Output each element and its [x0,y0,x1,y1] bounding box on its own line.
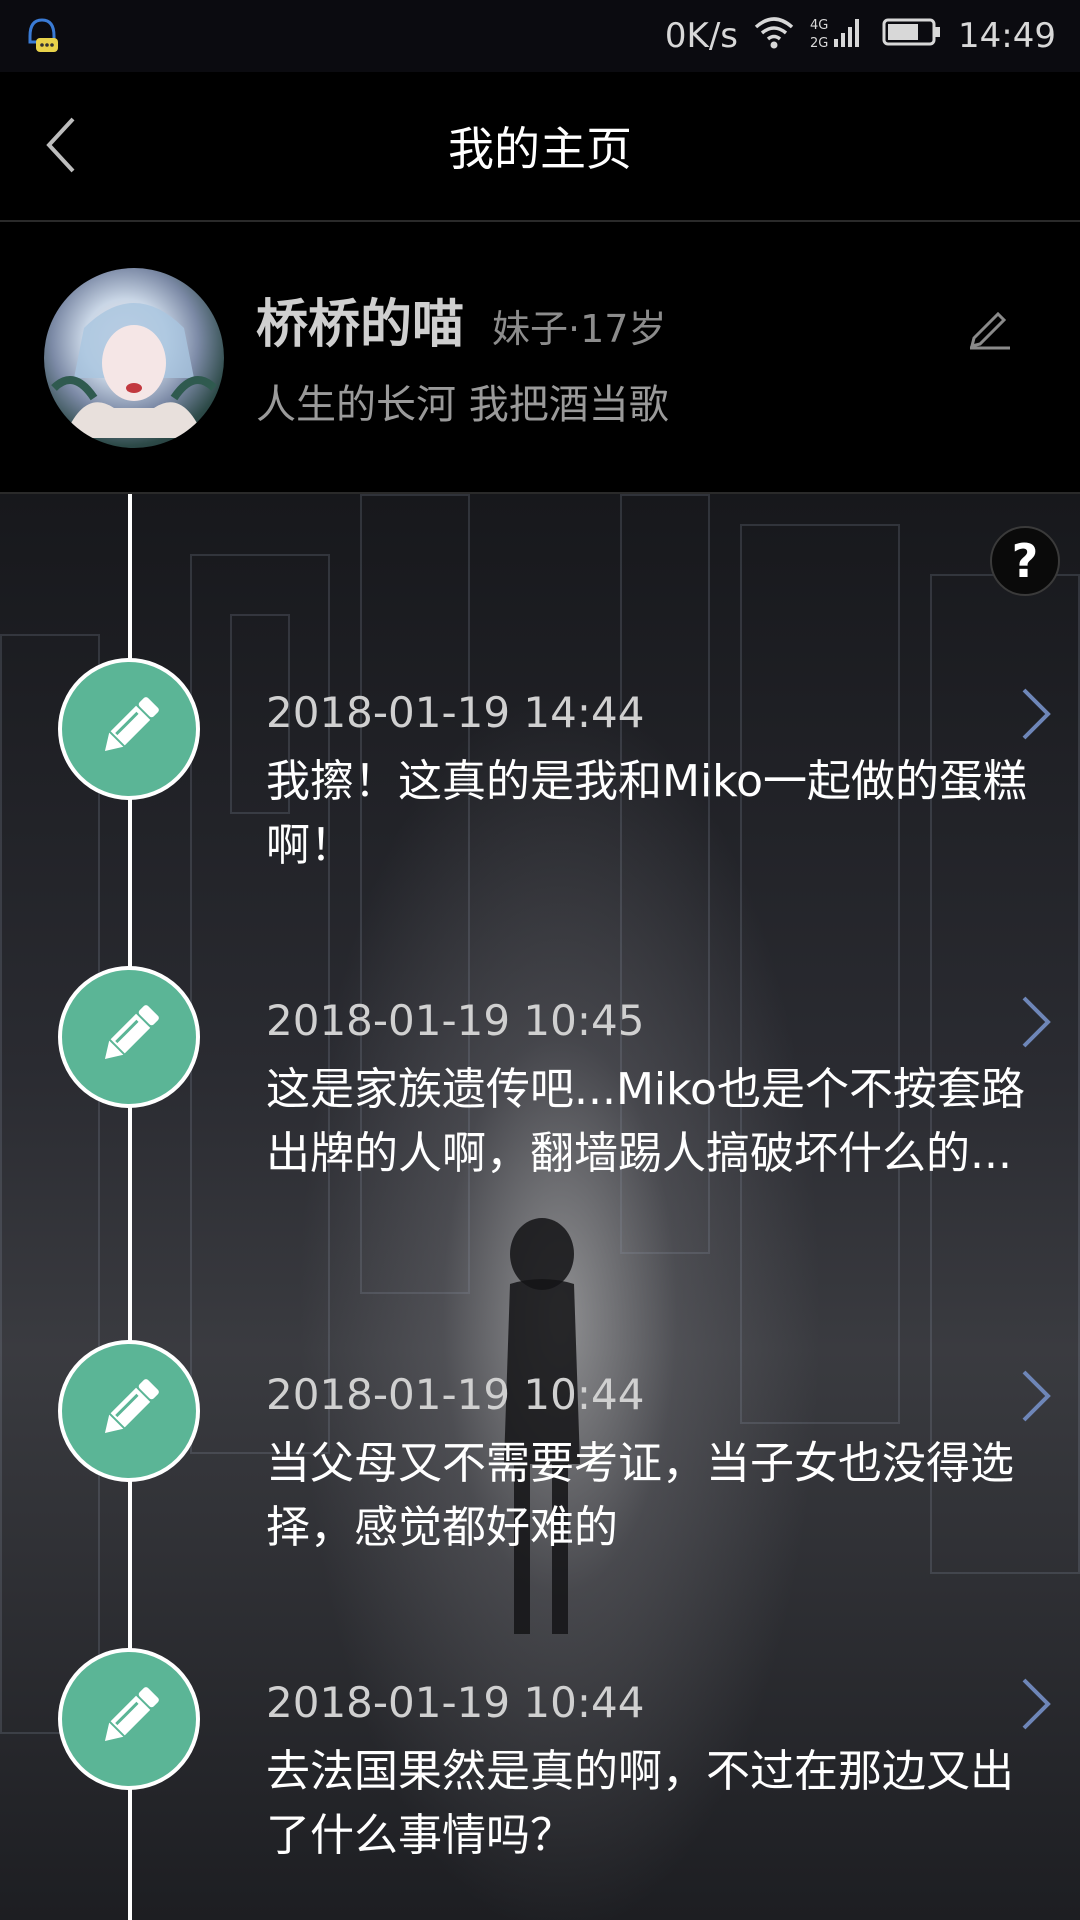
edit-profile-button[interactable] [966,302,1016,352]
chevron-right-icon[interactable] [1016,1676,1056,1732]
entry-text: 当父母又不需要考证，当子女也没得选择，感觉都好难的 [266,1438,1014,1553]
pencil-icon [89,687,169,771]
notification-icon [24,14,60,58]
clock: 14:49 [958,16,1056,56]
chevron-right-icon[interactable] [1016,1368,1056,1424]
entry-text: 这是家族遗传吧...Miko也是个不按套路出牌的人啊，翻墙踢人搞破坏什么的... [266,1064,1025,1179]
chevron-right-icon[interactable] [1016,686,1056,742]
entry-marker [58,1648,200,1790]
entry-date: 2018-01-19 10:44 [266,1370,645,1419]
app-bar: 我的主页 [0,72,1080,222]
battery-icon [882,16,942,56]
entry-date: 2018-01-19 10:44 [266,1678,645,1727]
svg-text:4G: 4G [810,18,828,33]
pencil-icon [89,1369,169,1453]
entry-date: 2018-01-19 14:44 [266,688,645,737]
profile-bio: 人生的长河 我把酒当歌 [256,382,669,428]
svg-text:2G: 2G [810,36,828,49]
name-row: 桥桥的喵 妹子·17岁 [256,282,666,357]
signal-icon: 4G 2G [810,15,866,58]
profile-meta: 妹子·17岁 [492,307,667,351]
entry-text: 我擦！这真的是我和Miko一起做的蛋糕啊！ [266,756,1028,871]
pencil-icon [966,311,1016,356]
avatar[interactable] [44,268,224,448]
page-title: 我的主页 [448,122,632,176]
entry-date: 2018-01-19 10:45 [266,996,645,1045]
help-button[interactable]: ? [990,526,1060,596]
chevron-right-icon[interactable] [1016,994,1056,1050]
pencil-icon [89,995,169,1079]
status-bar: 0K/s 4G 2G 14:49 [0,0,1080,72]
profile-header: 桥桥的喵 妹子·17岁 人生的长河 我把酒当歌 [0,222,1080,494]
entry-text: 去法国果然是真的啊，不过在那边又出了什么事情吗？ [266,1746,1014,1861]
entry-marker [58,1340,200,1482]
timeline-feed[interactable]: ? 2018-01-19 14:44 我擦！这真的是我和Miko一起做的蛋糕啊！ [0,494,1080,1920]
profile-name: 桥桥的喵 [256,295,465,355]
entry-marker [58,966,200,1108]
pencil-icon [89,1677,169,1761]
wifi-icon [754,15,794,58]
network-speed: 0K/s [664,16,739,56]
entry-marker [58,658,200,800]
